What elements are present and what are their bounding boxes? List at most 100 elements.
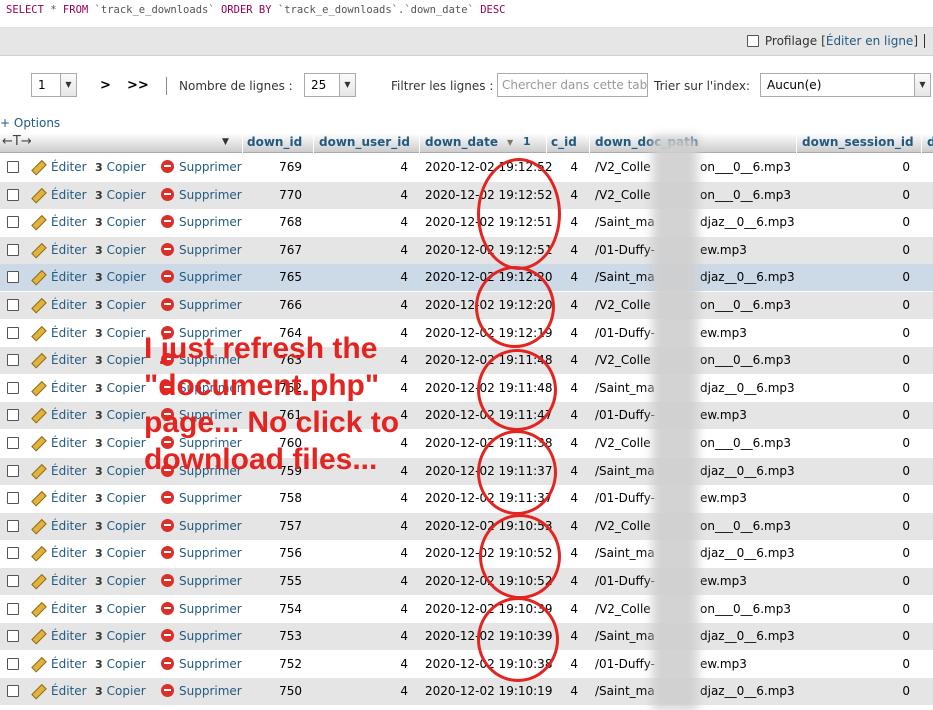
row-checkbox[interactable]: [7, 437, 19, 449]
row-checkbox[interactable]: [7, 216, 19, 229]
row-checkbox[interactable]: [7, 547, 19, 560]
table-row[interactable]: Éditer 3 Copier Supprimer 769 4 2020-12-02 19:…: [0, 154, 933, 181]
copy-button[interactable]: 3 Copier: [95, 298, 146, 312]
copy-button[interactable]: 3 Copier: [95, 602, 146, 616]
edit-button[interactable]: Éditer: [33, 629, 87, 643]
column-resize-arrows-icon[interactable]: ←T→: [2, 134, 32, 149]
column-down-session-id[interactable]: down_session_id: [802, 135, 914, 149]
copy-button[interactable]: 3 Copier: [95, 243, 146, 257]
table-row[interactable]: Éditer 3 Copier Supprimer 767 4 2020-12-02 19:…: [0, 236, 933, 264]
table-row[interactable]: Éditer 3 Copier Supprimer 753 4 2020-12-02 19:…: [0, 623, 933, 651]
edit-button[interactable]: Éditer: [33, 298, 87, 312]
row-checkbox[interactable]: [7, 161, 19, 173]
table-row[interactable]: Éditer 3 Copier Supprimer 750 4 2020-12-02 19:…: [0, 678, 933, 706]
row-checkbox[interactable]: [7, 492, 19, 505]
delete-button[interactable]: Supprimer: [161, 546, 242, 560]
delete-button[interactable]: Supprimer: [161, 270, 242, 284]
delete-button[interactable]: Supprimer: [161, 574, 242, 588]
rows-select[interactable]: 25 ▼: [304, 73, 356, 97]
copy-button[interactable]: 3 Copier: [95, 353, 146, 367]
page-select[interactable]: 1 ▼: [31, 73, 77, 97]
row-checkbox[interactable]: [7, 602, 19, 615]
copy-button[interactable]: 3 Copier: [95, 436, 146, 450]
edit-button[interactable]: Éditer: [33, 243, 87, 257]
copy-button[interactable]: 3 Copier: [95, 160, 146, 174]
table-row[interactable]: Éditer 3 Copier Supprimer 766 4 2020-12-02 19:…: [0, 292, 933, 319]
delete-button[interactable]: Supprimer: [161, 298, 242, 312]
copy-button[interactable]: 3 Copier: [95, 491, 146, 505]
column-more[interactable]: d: [927, 135, 933, 149]
edit-button[interactable]: Éditer: [33, 546, 87, 560]
table-row[interactable]: Éditer 3 Copier Supprimer 765 4 2020-12-02 19:…: [0, 264, 933, 292]
edit-button[interactable]: Éditer: [33, 270, 87, 284]
table-row[interactable]: Éditer 3 Copier Supprimer 770 4 2020-12-02 19:…: [0, 181, 933, 209]
copy-button[interactable]: 3 Copier: [95, 684, 146, 698]
row-checkbox[interactable]: [7, 685, 19, 698]
delete-button[interactable]: Supprimer: [161, 187, 242, 202]
edit-button[interactable]: Éditer: [33, 188, 87, 202]
copy-button[interactable]: 3 Copier: [95, 546, 146, 560]
table-row[interactable]: Éditer 3 Copier Supprimer 763 4 2020-12-02 19:…: [0, 347, 933, 375]
column-down-user-id[interactable]: down_user_id: [319, 135, 410, 149]
edit-button[interactable]: Éditer: [33, 215, 87, 229]
copy-button[interactable]: 3 Copier: [95, 326, 146, 340]
copy-button[interactable]: 3 Copier: [95, 188, 146, 202]
row-checkbox[interactable]: [7, 409, 19, 422]
delete-button[interactable]: Supprimer: [161, 160, 242, 174]
next-page-button[interactable]: >: [100, 78, 111, 93]
chevron-down-icon[interactable]: ▼: [222, 137, 229, 147]
edit-button[interactable]: Éditer: [33, 657, 87, 671]
copy-button[interactable]: 3 Copier: [95, 657, 146, 671]
row-checkbox[interactable]: [7, 657, 19, 670]
copy-button[interactable]: 3 Copier: [95, 519, 146, 533]
row-checkbox[interactable]: [7, 381, 19, 394]
table-row[interactable]: Éditer 3 Copier Supprimer 754 4 2020-12-02 19:…: [0, 595, 933, 623]
copy-button[interactable]: 3 Copier: [95, 215, 146, 229]
delete-button[interactable]: Supprimer: [161, 215, 242, 229]
copy-button[interactable]: 3 Copier: [95, 270, 146, 284]
delete-button[interactable]: Supprimer: [161, 518, 242, 533]
edit-button[interactable]: Éditer: [33, 491, 87, 505]
row-checkbox[interactable]: [7, 575, 19, 587]
column-down-date[interactable]: down_date: [425, 135, 498, 149]
table-row[interactable]: Éditer 3 Copier Supprimer 755 4 2020-12-02 19:…: [0, 568, 933, 595]
column-c-id[interactable]: c_id: [551, 135, 577, 149]
row-checkbox[interactable]: [7, 299, 19, 311]
table-row[interactable]: Éditer 3 Copier Supprimer 762 4 2020-12-02 19:…: [0, 374, 933, 402]
edit-button[interactable]: Éditer: [33, 436, 87, 450]
delete-button[interactable]: Supprimer: [161, 629, 242, 643]
row-checkbox[interactable]: [7, 354, 19, 367]
edit-button[interactable]: Éditer: [33, 574, 87, 588]
table-row[interactable]: Éditer 3 Copier Supprimer 768 4 2020-12-02 19:…: [0, 209, 933, 237]
row-checkbox[interactable]: [7, 464, 19, 477]
row-checkbox[interactable]: [7, 519, 19, 532]
delete-button[interactable]: Supprimer: [161, 656, 242, 671]
copy-button[interactable]: 3 Copier: [95, 464, 146, 478]
table-row[interactable]: Éditer 3 Copier Supprimer 752 4 2020-12-02 19:…: [0, 650, 933, 678]
copy-button[interactable]: 3 Copier: [95, 629, 146, 643]
edit-button[interactable]: Éditer: [33, 408, 87, 422]
profiling-checkbox[interactable]: [746, 35, 759, 47]
copy-button[interactable]: 3 Copier: [95, 574, 146, 588]
edit-button[interactable]: Éditer: [33, 353, 87, 367]
table-row[interactable]: Éditer 3 Copier Supprimer 761 4 2020-12-02 19:…: [0, 402, 933, 430]
table-row[interactable]: Éditer 3 Copier Supprimer 764 4 2020-12-02 19:…: [0, 319, 933, 347]
table-row[interactable]: Éditer 3 Copier Supprimer 756 4 2020-12-02 19:…: [0, 540, 933, 568]
edit-button[interactable]: Éditer: [33, 464, 87, 478]
edit-button[interactable]: Éditer: [33, 602, 87, 616]
sort-index-select[interactable]: Aucun(e) ▼: [760, 73, 931, 97]
table-row[interactable]: Éditer 3 Copier Supprimer 757 4 2020-12-02 19:…: [0, 512, 933, 540]
edit-button[interactable]: Éditer: [33, 684, 87, 698]
edit-inline-link[interactable]: Éditer en ligne: [826, 34, 913, 48]
edit-button[interactable]: Éditer: [33, 160, 87, 174]
delete-button[interactable]: Supprimer: [161, 491, 242, 505]
table-row[interactable]: Éditer 3 Copier Supprimer 760 4 2020-12-02 19:…: [0, 430, 933, 457]
table-row[interactable]: Éditer 3 Copier Supprimer 759 4 2020-12-02 19:…: [0, 457, 933, 485]
delete-button[interactable]: Supprimer: [161, 601, 242, 616]
edit-button[interactable]: Éditer: [33, 519, 87, 533]
row-checkbox[interactable]: [7, 326, 19, 339]
filter-input[interactable]: Chercher dans cette tabl: [497, 73, 648, 97]
row-checkbox[interactable]: [7, 243, 19, 256]
row-checkbox[interactable]: [7, 188, 19, 201]
copy-button[interactable]: 3 Copier: [95, 381, 146, 395]
